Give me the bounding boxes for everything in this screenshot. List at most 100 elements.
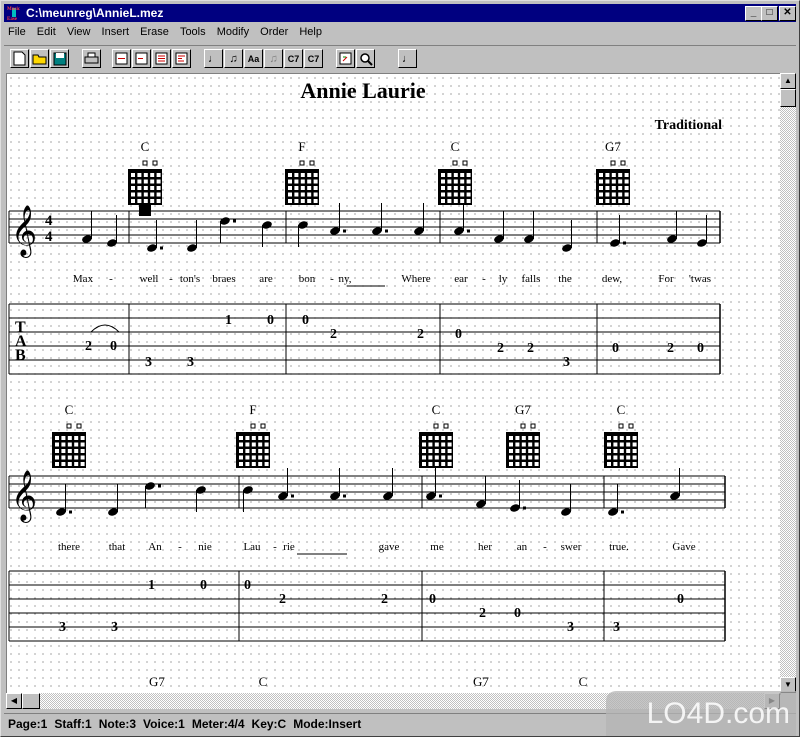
chord-button[interactable]: C7 — [284, 49, 303, 68]
save-button[interactable] — [50, 49, 69, 68]
tab-fret-number: 2 — [381, 592, 388, 607]
status-staff: Staff:1 — [54, 717, 92, 731]
open-string-marker — [610, 160, 616, 166]
menu-view[interactable]: View — [63, 23, 95, 41]
menu-edit[interactable]: Edit — [33, 23, 60, 41]
chord-diagram-cell — [599, 179, 603, 184]
menu-insert[interactable]: Insert — [98, 23, 134, 41]
note-disabled-icon: ♫ — [269, 52, 278, 65]
title-bar[interactable]: Music Ease C:\meunreg\AnnieL.mez _ □ ✕ — [4, 4, 796, 22]
new-file-icon — [13, 51, 26, 66]
menu-order[interactable]: Order — [256, 23, 292, 41]
menu-bar: File Edit View Insert Erase Tools Modify… — [4, 23, 796, 41]
chord-name: C — [259, 674, 268, 689]
chord-diagram-cell — [434, 442, 439, 447]
tab-fret-number: 0 — [677, 592, 684, 607]
menu-help[interactable]: Help — [295, 23, 326, 41]
add-chord-button[interactable]: C7 — [304, 49, 323, 68]
chord-diagram-cell — [453, 186, 458, 190]
note-dot — [385, 229, 388, 233]
lyric-syllable: For — [658, 273, 674, 285]
score-canvas[interactable]: Annie Laurie Traditional C F C G7 𝄞 4 4 Max - well -… — [6, 73, 781, 695]
maximize-button[interactable]: □ — [761, 6, 778, 21]
chord-diagram-cell — [264, 449, 269, 453]
chord-diagram-cell — [466, 179, 471, 184]
chord-diagram-cell — [528, 442, 533, 447]
chord-diagram-cell — [251, 442, 256, 447]
add-note-button[interactable]: ♫ — [224, 49, 243, 68]
composer: Traditional — [655, 118, 723, 133]
chord-name: C — [451, 139, 460, 154]
zoom-button[interactable] — [356, 49, 375, 68]
note-dot — [160, 246, 163, 250]
chord-diagram-cell — [258, 462, 263, 466]
chord-name: F — [298, 139, 305, 154]
chord-diagram-cell — [307, 186, 312, 190]
open-string-marker — [443, 423, 449, 429]
lyric-syllable: falls — [522, 273, 541, 285]
tab-fret-number: 2 — [279, 592, 286, 607]
svg-text:Ease: Ease — [7, 17, 18, 21]
chord-diagram-cell — [131, 192, 135, 197]
note-disabled-button[interactable]: ♫ — [264, 49, 283, 68]
chord-diagram-cell — [137, 179, 142, 184]
layout-4-button[interactable] — [172, 49, 191, 68]
vertical-scrollbar[interactable]: ▲ ▼ — [780, 73, 796, 693]
note-dot — [233, 219, 236, 223]
chord-diagram-cell — [258, 436, 263, 440]
menu-erase[interactable]: Erase — [136, 23, 173, 41]
lyric-syllable: me — [430, 541, 444, 553]
chord-name: C — [579, 674, 588, 689]
scroll-up-button[interactable]: ▲ — [780, 73, 796, 89]
menu-tools[interactable]: Tools — [176, 23, 210, 41]
chord-diagram-cell — [607, 442, 611, 447]
chord-diagram-cell — [509, 455, 513, 460]
chord-diagram-cell — [605, 192, 610, 197]
note-dot — [623, 241, 626, 245]
chord-diagram-cell — [619, 462, 624, 466]
open-button[interactable] — [30, 49, 49, 68]
chord-diagram-cell — [67, 455, 72, 460]
close-button[interactable]: ✕ — [779, 6, 796, 21]
chord-diagram-cell — [607, 462, 611, 466]
scroll-left-button[interactable]: ◀ — [6, 693, 22, 709]
status-mode: Mode:Insert — [293, 717, 362, 731]
quarter-note-button[interactable]: ♩ — [398, 49, 417, 68]
chord-diagram-cell — [245, 442, 250, 447]
chord-diagram-cell — [239, 449, 243, 453]
chord-diagram-cell — [74, 455, 79, 460]
new-file-button[interactable] — [10, 49, 29, 68]
note-button[interactable]: ♩ — [204, 49, 223, 68]
note-dot — [621, 510, 624, 514]
chord-diagram-cell — [143, 173, 148, 177]
status-voice: Voice:1 — [143, 717, 185, 731]
open-string-marker — [309, 160, 315, 166]
layout-1-button[interactable] — [112, 49, 131, 68]
add-lyric-button[interactable]: Aa — [244, 49, 263, 68]
treble-clef: 𝄞 — [11, 471, 37, 523]
chord-diagram-cell — [434, 462, 439, 466]
note-dot — [158, 484, 161, 488]
chord-diagram-cell — [441, 449, 446, 453]
lyric-syllable: ny, — [338, 273, 351, 285]
chord-diagram-cell — [534, 455, 539, 460]
menu-file[interactable]: File — [4, 23, 30, 41]
layout-3-button[interactable] — [152, 49, 171, 68]
open-string-marker — [620, 160, 626, 166]
chord-diagram-cell — [515, 436, 520, 440]
open-string-marker — [530, 423, 536, 429]
print-button[interactable] — [82, 49, 101, 68]
chord-diagram-cell — [509, 436, 513, 440]
application-window: Music Ease C:\meunreg\AnnieL.mez _ □ ✕ F… — [0, 0, 800, 737]
chord-diagram-cell — [80, 436, 85, 440]
layout-2-button[interactable] — [132, 49, 151, 68]
vertical-scroll-thumb[interactable] — [780, 89, 796, 107]
minimize-button[interactable]: _ — [745, 6, 762, 21]
chord-diagram-cell — [632, 462, 637, 466]
menu-modify[interactable]: Modify — [213, 23, 253, 41]
lyric-syllable: Gave — [672, 541, 695, 553]
horizontal-scroll-thumb[interactable] — [22, 693, 40, 709]
quarter-note-icon: ♩ — [402, 52, 413, 65]
chord-diagram-cell — [447, 455, 452, 460]
transfer-button[interactable] — [336, 49, 355, 68]
